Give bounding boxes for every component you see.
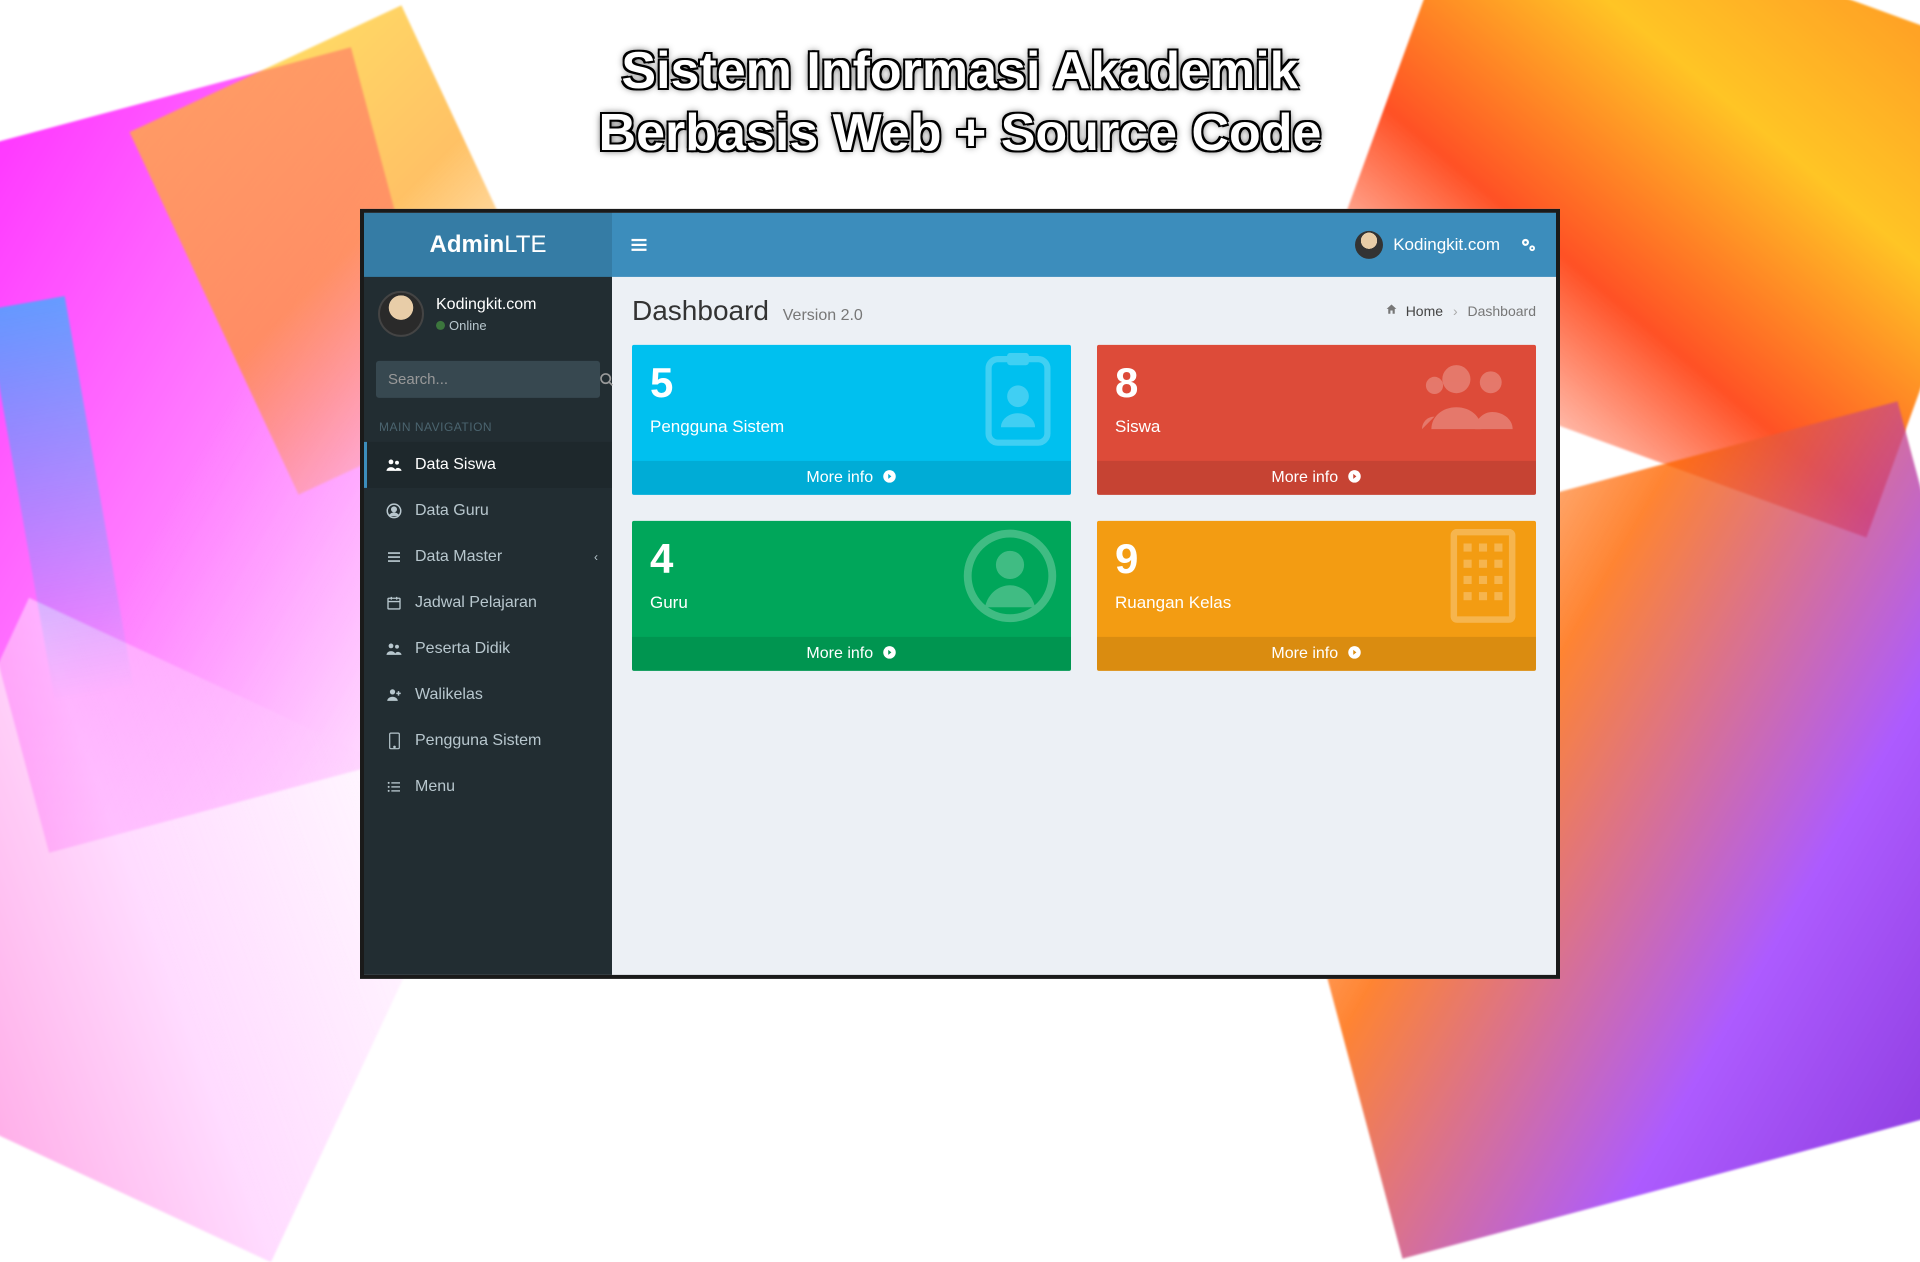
sidebar-search (364, 351, 612, 408)
tablet-icon (383, 732, 405, 750)
arrow-circle-right-icon (882, 469, 897, 486)
chevron-left-icon: ‹ (594, 550, 598, 564)
bars-icon (630, 236, 648, 254)
sidebar-user-status: Online (436, 317, 537, 332)
logo[interactable]: AdminLTE (364, 213, 612, 277)
sidebar-user-name: Kodingkit.com (436, 295, 537, 313)
user-panel: Kodingkit.com Online (364, 277, 612, 351)
id-badge-icon (979, 353, 1057, 449)
logo-light: LTE (504, 231, 546, 259)
calendar-icon (383, 595, 405, 611)
sidebar-item-data-master[interactable]: Data Master ‹ (364, 534, 612, 580)
sidebar: AdminLTE Kodingkit.com Online MAIN (364, 213, 612, 975)
users-icon (1422, 353, 1522, 443)
arrow-circle-right-icon (1347, 645, 1362, 662)
more-info-link[interactable]: More info (1097, 461, 1536, 495)
gears-icon (1518, 235, 1538, 255)
topbar-user-name: Kodingkit.com (1393, 235, 1500, 255)
list-icon (383, 549, 405, 565)
stat-box-siswa: 8 Siswa More info (1097, 345, 1536, 495)
sidebar-item-peserta-didik[interactable]: Peserta Didik (364, 626, 612, 672)
breadcrumb-home[interactable]: Home (1406, 303, 1443, 319)
content-header: Dashboard Version 2.0 Home › Dashboard (612, 277, 1556, 335)
sidebar-item-label: Data Guru (415, 502, 489, 520)
page-title: Dashboard Version 2.0 (632, 295, 863, 327)
sidebar-item-label: Data Master (415, 548, 502, 566)
sidebar-item-jadwal-pelajaran[interactable]: Jadwal Pelajaran (364, 580, 612, 626)
more-info-link[interactable]: More info (632, 637, 1071, 671)
avatar (1355, 231, 1383, 259)
overlay-title: Sistem Informasi Akademik Berbasis Web +… (599, 40, 1322, 165)
nav-header: MAIN NAVIGATION (364, 408, 612, 442)
overlay-title-line1: Sistem Informasi Akademik (599, 40, 1322, 102)
sidebar-item-label: Menu (415, 778, 455, 796)
stat-box-ruangan-kelas: 9 Ruangan Kelas More info (1097, 521, 1536, 671)
app-window: AdminLTE Kodingkit.com Online MAIN (360, 209, 1560, 979)
sidebar-item-pengguna-sistem[interactable]: Pengguna Sistem (364, 718, 612, 764)
user-circle-icon (963, 529, 1057, 623)
control-sidebar-toggle[interactable] (1518, 235, 1538, 255)
sidebar-item-label: Peserta Didik (415, 640, 510, 658)
users-icon (383, 456, 405, 474)
breadcrumb: Home › Dashboard (1385, 303, 1536, 319)
arrow-circle-right-icon (882, 645, 897, 662)
content-body: 5 Pengguna Sistem More info 8 Siswa (612, 335, 1556, 681)
sidebar-item-menu[interactable]: Menu (364, 764, 612, 810)
sidebar-item-walikelas[interactable]: Walikelas (364, 672, 612, 718)
overlay-title-line2: Berbasis Web + Source Code (599, 102, 1322, 164)
search-input[interactable] (376, 361, 599, 398)
stat-box-guru: 4 Guru More info (632, 521, 1071, 671)
sidebar-item-label: Data Siswa (415, 456, 496, 474)
page-subtitle: Version 2.0 (783, 307, 863, 324)
breadcrumb-current: Dashboard (1468, 303, 1537, 319)
avatar[interactable] (378, 291, 424, 337)
main-area: Kodingkit.com Dashboard Version 2.0 Home… (612, 213, 1556, 975)
stat-box-pengguna-sistem: 5 Pengguna Sistem More info (632, 345, 1071, 495)
more-info-link[interactable]: More info (632, 461, 1071, 495)
sidebar-item-label: Walikelas (415, 686, 483, 704)
logo-bold: Admin (430, 231, 505, 259)
sidebar-toggle-button[interactable] (630, 236, 648, 254)
user-circle-icon (383, 502, 405, 520)
more-info-link[interactable]: More info (1097, 637, 1536, 671)
users-icon (383, 640, 405, 658)
topbar: Kodingkit.com (612, 213, 1556, 277)
sidebar-item-label: Jadwal Pelajaran (415, 594, 537, 612)
topbar-user-menu[interactable]: Kodingkit.com (1355, 231, 1500, 259)
sidebar-item-data-siswa[interactable]: Data Siswa (364, 442, 612, 488)
home-icon (1385, 303, 1402, 319)
menu-list-icon (383, 779, 405, 795)
sidebar-item-label: Pengguna Sistem (415, 732, 541, 750)
sidebar-item-data-guru[interactable]: Data Guru (364, 488, 612, 534)
user-plus-icon (383, 686, 405, 704)
building-icon (1444, 529, 1522, 623)
arrow-circle-right-icon (1347, 469, 1362, 486)
status-dot-icon (436, 320, 445, 329)
